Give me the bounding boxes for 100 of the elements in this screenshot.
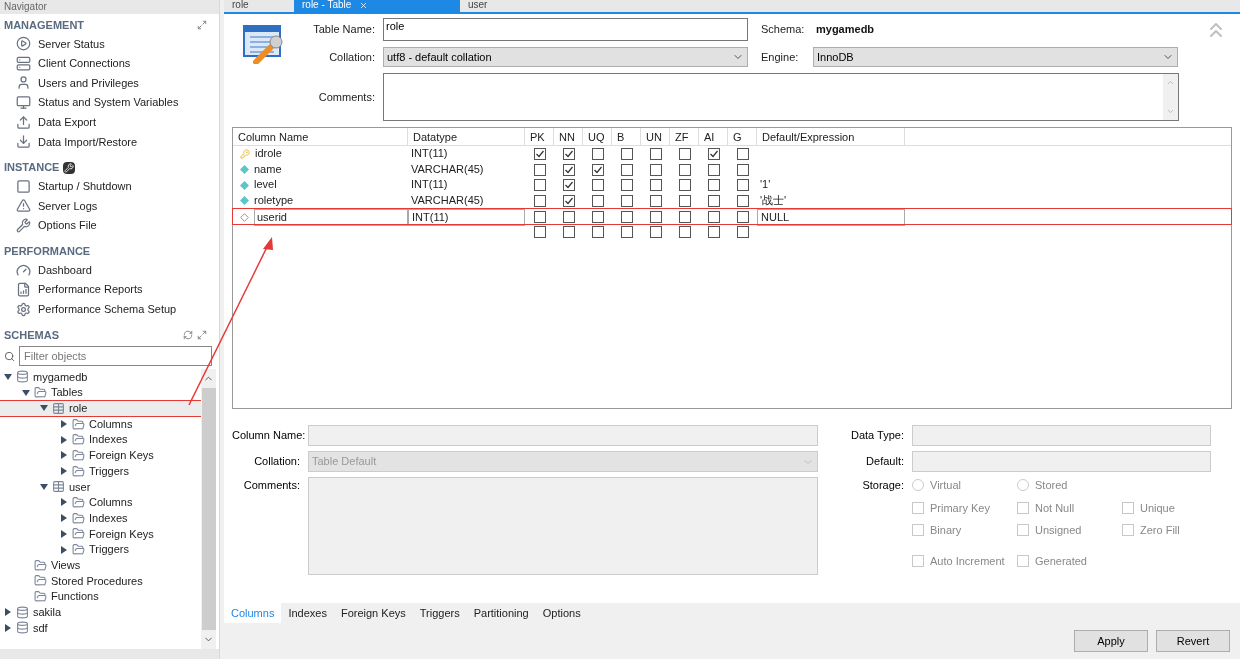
- collation-dropdown[interactable]: utf8 - default collation: [383, 47, 748, 67]
- column-header[interactable]: Default/Expression: [757, 128, 905, 146]
- checkbox[interactable]: [533, 163, 546, 176]
- checkbox[interactable]: [736, 226, 749, 239]
- column-header[interactable]: B: [612, 128, 641, 146]
- checkbox[interactable]: [591, 226, 604, 239]
- column-header[interactable]: AI: [699, 128, 728, 146]
- tree-item[interactable]: Tables: [51, 384, 83, 401]
- checkbox[interactable]: [649, 147, 662, 160]
- tree-item[interactable]: Views: [51, 556, 81, 574]
- collapsed-triangle-icon[interactable]: [4, 608, 12, 617]
- nav-item[interactable]: Users and Privileges: [38, 74, 139, 92]
- nav-item[interactable]: Dashboard: [38, 261, 92, 279]
- checkbox[interactable]: [533, 211, 546, 224]
- tree-item[interactable]: Columns: [89, 494, 133, 511]
- checkbox[interactable]: [562, 179, 575, 192]
- horizontal-scrollbar[interactable]: [0, 649, 219, 659]
- column-header[interactable]: UQ: [583, 128, 612, 146]
- checkbox[interactable]: [620, 147, 633, 160]
- checkbox[interactable]: [562, 194, 575, 207]
- checkbox[interactable]: [707, 194, 720, 207]
- checkbox[interactable]: [591, 211, 604, 224]
- checkbox[interactable]: [736, 211, 749, 224]
- tree-item[interactable]: Triggers: [89, 462, 129, 480]
- expanded-triangle-icon[interactable]: [40, 482, 48, 491]
- nav-item[interactable]: Startup / Shutdown: [38, 178, 132, 195]
- expanded-triangle-icon[interactable]: [22, 388, 30, 397]
- checkbox[interactable]: [736, 163, 749, 176]
- checkbox[interactable]: [591, 147, 604, 160]
- checkbox[interactable]: [562, 226, 575, 239]
- checkbox[interactable]: [736, 194, 749, 207]
- expand-icon[interactable]: [197, 330, 207, 341]
- column-header[interactable]: ZF: [670, 128, 699, 146]
- nav-item[interactable]: Performance Reports: [38, 281, 143, 298]
- nav-item[interactable]: Server Logs: [38, 197, 98, 215]
- column-name-field[interactable]: [308, 425, 818, 446]
- checkbox[interactable]: [678, 179, 691, 192]
- checkbox[interactable]: [562, 163, 575, 176]
- collapsed-triangle-icon[interactable]: [4, 623, 12, 632]
- column-header[interactable]: NN: [554, 128, 583, 146]
- action-button[interactable]: Apply: [1074, 630, 1148, 652]
- checkbox[interactable]: [533, 179, 546, 192]
- editor-tab[interactable]: Options: [535, 603, 588, 623]
- checkbox[interactable]: [649, 226, 662, 239]
- checkbox[interactable]: [678, 163, 691, 176]
- nav-item[interactable]: Status and System Variables: [38, 94, 179, 111]
- comments-field[interactable]: [308, 477, 818, 575]
- editor-tab[interactable]: Foreign Keys: [333, 603, 413, 623]
- highlighted-tree-row[interactable]: role: [0, 400, 201, 417]
- nav-item[interactable]: Performance Schema Setup: [38, 301, 177, 318]
- checkbox[interactable]: [736, 147, 749, 160]
- editor-tab[interactable]: Columns: [224, 603, 282, 623]
- column-header[interactable]: UN: [641, 128, 670, 146]
- collapsed-triangle-icon[interactable]: [60, 420, 68, 429]
- tree-item[interactable]: sdf: [33, 619, 48, 637]
- default-field[interactable]: [912, 451, 1211, 472]
- checkbox[interactable]: [649, 194, 662, 207]
- checkbox[interactable]: [707, 211, 720, 224]
- checkbox[interactable]: [649, 163, 662, 176]
- collapsed-triangle-icon[interactable]: [60, 545, 68, 554]
- collapsed-triangle-icon[interactable]: [60, 451, 68, 460]
- tree-item[interactable]: Foreign Keys: [89, 525, 154, 543]
- tree-item[interactable]: mygamedb: [33, 369, 88, 386]
- checkbox[interactable]: [620, 179, 633, 192]
- column-header[interactable]: PK: [525, 128, 554, 146]
- tree-item[interactable]: role: [69, 400, 88, 417]
- tree-item[interactable]: Indexes: [89, 431, 128, 448]
- checkbox[interactable]: [620, 226, 633, 239]
- nav-item[interactable]: Options File: [38, 217, 97, 234]
- checkbox[interactable]: [562, 147, 575, 160]
- checkbox[interactable]: [707, 179, 720, 192]
- checkbox[interactable]: [591, 163, 604, 176]
- nav-item[interactable]: Data Import/Restore: [38, 133, 138, 150]
- checkbox[interactable]: [707, 226, 720, 239]
- checkbox[interactable]: [533, 194, 546, 207]
- expanded-triangle-icon[interactable]: [4, 372, 12, 381]
- action-button[interactable]: Revert: [1156, 630, 1230, 652]
- editor-tab[interactable]: Partitioning: [466, 603, 536, 623]
- column-name-field[interactable]: userid: [254, 208, 408, 226]
- checkbox[interactable]: [678, 147, 691, 160]
- collapsed-triangle-icon[interactable]: [60, 514, 68, 523]
- checkbox[interactable]: [678, 194, 691, 207]
- tree-item[interactable]: Stored Procedures: [51, 572, 143, 590]
- tree-item[interactable]: Columns: [89, 415, 133, 433]
- editor-tab[interactable]: Indexes: [281, 603, 334, 623]
- collapsed-triangle-icon[interactable]: [60, 435, 68, 444]
- default-field[interactable]: NULL: [757, 208, 905, 226]
- tree-item[interactable]: Triggers: [89, 541, 129, 558]
- tree-item[interactable]: Foreign Keys: [89, 447, 154, 464]
- editor-tab[interactable]: role: [224, 0, 294, 12]
- editor-tab[interactable]: user: [460, 0, 530, 12]
- nav-item[interactable]: Data Export: [38, 113, 97, 131]
- expand-icon[interactable]: [197, 20, 207, 30]
- tree-item[interactable]: sakila: [33, 604, 62, 621]
- collapsed-triangle-icon[interactable]: [60, 529, 68, 538]
- checkbox[interactable]: [533, 147, 546, 160]
- datatype-field[interactable]: INT(11): [408, 208, 525, 226]
- refresh-icon[interactable]: [183, 330, 193, 341]
- checkbox[interactable]: [533, 226, 546, 239]
- collapsed-triangle-icon[interactable]: [60, 498, 68, 507]
